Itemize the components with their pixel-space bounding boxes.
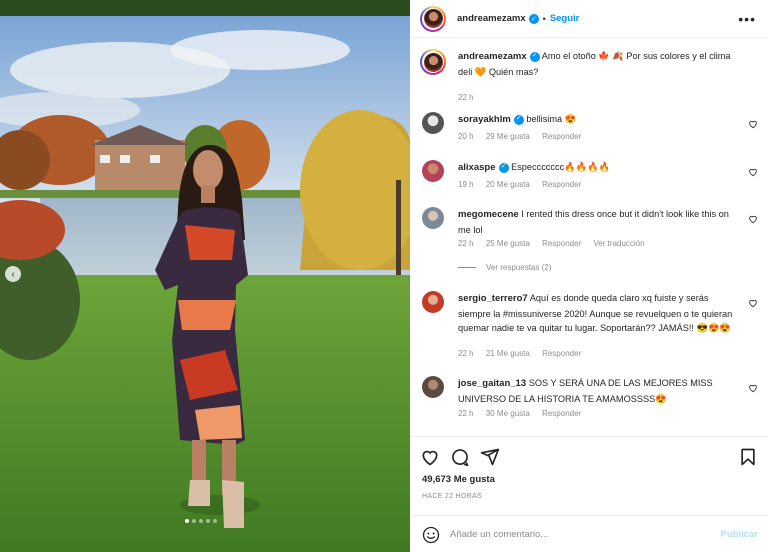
comment-text: sorayakhlm ✓ bellisima 😍 — [458, 112, 738, 128]
reply-button[interactable]: Responder — [542, 132, 581, 141]
comment-icon[interactable] — [450, 447, 470, 467]
comment-item: sorayakhlm ✓ bellisima 😍 20 h 29 Me gusta… — [422, 112, 758, 148]
comment-meta: 22 h 25 Me gusta Responder Ver traducció… — [458, 239, 655, 248]
comment-text: alixaspe ✓ Especcccccc🔥🔥🔥🔥 — [458, 160, 738, 176]
heart-icon[interactable] — [748, 167, 758, 177]
carousel-dot — [185, 519, 189, 523]
comment-text: sergio_terrero7 Aquí es donde queda clar… — [458, 291, 738, 336]
add-comment-bar: Publicar — [410, 515, 768, 552]
replies-line — [458, 267, 476, 268]
view-replies-button[interactable]: Ver respuestas (2) — [458, 263, 551, 272]
comment-time: 20 h — [458, 132, 474, 141]
caption: andreamezamx ✓ Amo el otoño 🍁 🍂 Por sus c… — [420, 49, 758, 102]
comment-likes[interactable]: 20 Me gusta — [486, 180, 530, 189]
heart-icon[interactable] — [748, 383, 758, 393]
comment-input[interactable] — [450, 524, 700, 544]
more-icon[interactable]: ••• — [738, 11, 756, 27]
commenter-avatar[interactable] — [422, 112, 444, 134]
caption-username[interactable]: andreamezamx — [458, 51, 527, 62]
carousel-dot — [199, 519, 203, 523]
emoji-icon[interactable] — [422, 526, 440, 544]
comment-time: 22 h — [458, 349, 474, 358]
comment-username[interactable]: alixaspe — [458, 162, 496, 173]
separator-dot: • — [542, 13, 546, 24]
comment-time: 22 h — [458, 239, 474, 248]
publish-button[interactable]: Publicar — [721, 529, 759, 540]
comment-likes[interactable]: 30 Me gusta — [486, 409, 530, 418]
comment-username[interactable]: sorayakhlm — [458, 114, 511, 125]
author-avatar[interactable] — [420, 5, 446, 32]
avatar-image — [423, 9, 443, 28]
commenter-avatar[interactable] — [422, 376, 444, 398]
carousel-dot — [206, 519, 210, 523]
comment-time: 22 h — [458, 409, 474, 418]
comment-body: Especcccccc🔥🔥🔥🔥 — [511, 162, 610, 172]
carousel-dots — [185, 519, 217, 523]
comment-meta: 22 h 21 Me gusta Responder — [458, 349, 591, 358]
reply-button[interactable]: Responder — [542, 180, 581, 189]
verified-icon: ✓ — [528, 13, 539, 24]
commenter-avatar[interactable] — [422, 207, 444, 229]
comment-meta: 22 h 30 Me gusta Responder — [458, 409, 591, 418]
share-icon[interactable] — [480, 447, 500, 467]
reply-button[interactable]: Responder — [542, 239, 581, 248]
comment-username[interactable]: sergio_terrero7 — [458, 293, 528, 304]
comment-text: megomecene I rented this dress once but … — [458, 207, 738, 237]
reply-button[interactable]: Responder — [542, 349, 581, 358]
translate-button[interactable]: Ver traducción — [593, 239, 644, 248]
comment-username[interactable]: jose_gaitan_13 — [458, 378, 526, 389]
instagram-post-viewer: ‹ andreamezamx ✓ • Seguir ••• andreameza… — [0, 0, 768, 552]
comment-time: 19 h — [458, 180, 474, 189]
carousel-dot — [192, 519, 196, 523]
heart-icon[interactable] — [748, 298, 758, 308]
heart-icon[interactable] — [748, 119, 758, 129]
comment-item: jose_gaitan_13 SOS Y SERÁ UNA DE LAS MEJ… — [422, 376, 758, 426]
caption-time: 22 h — [458, 93, 474, 102]
commenter-avatar[interactable] — [422, 160, 444, 182]
comment-item: alixaspe ✓ Especcccccc🔥🔥🔥🔥 19 h 20 Me gus… — [422, 160, 758, 196]
comment-item: sergio_terrero7 Aquí es donde queda clar… — [422, 291, 758, 363]
photo-illustration — [0, 16, 410, 552]
reply-button[interactable]: Responder — [542, 409, 581, 418]
comment-item: megomecene I rented this dress once but … — [422, 207, 758, 277]
verified-icon: ✓ — [529, 51, 540, 62]
view-replies-label: Ver respuestas (2) — [486, 263, 552, 272]
comment-body: bellisima 😍 — [526, 114, 577, 124]
follow-button[interactable]: Seguir — [550, 13, 580, 24]
post-age: HACE 22 HORAS — [422, 493, 482, 500]
comment-likes[interactable]: 21 Me gusta — [486, 349, 530, 358]
post-side-panel: andreamezamx ✓ • Seguir ••• andreamezamx… — [410, 0, 768, 552]
chevron-left-icon[interactable]: ‹ — [5, 266, 21, 282]
post-actions — [410, 436, 768, 476]
verified-icon: ✓ — [498, 162, 509, 173]
comment-likes[interactable]: 29 Me gusta — [486, 132, 530, 141]
heart-icon[interactable] — [748, 214, 758, 224]
caption-meta: 22 h — [458, 93, 484, 102]
bookmark-icon[interactable] — [738, 447, 758, 467]
heart-icon[interactable] — [420, 447, 440, 467]
avatar-inner — [422, 51, 444, 73]
carousel-dot — [213, 519, 217, 523]
avatar-inner — [422, 7, 444, 30]
comments-list[interactable]: andreamezamx ✓ Amo el otoño 🍁 🍂 Por sus c… — [410, 39, 768, 435]
comment-text: jose_gaitan_13 SOS Y SERÁ UNA DE LAS MEJ… — [458, 376, 738, 406]
caption-text: andreamezamx ✓ Amo el otoño 🍁 🍂 Por sus c… — [458, 49, 738, 79]
comment-likes[interactable]: 25 Me gusta — [486, 239, 530, 248]
post-photo[interactable]: ‹ — [0, 0, 410, 552]
author-username[interactable]: andreamezamx — [457, 13, 526, 24]
comment-meta: 19 h 20 Me gusta Responder — [458, 180, 591, 189]
post-header: andreamezamx ✓ • Seguir ••• — [410, 0, 768, 38]
caption-avatar[interactable] — [420, 49, 446, 75]
avatar-image — [423, 52, 443, 72]
comment-meta: 20 h 29 Me gusta Responder — [458, 132, 591, 141]
verified-icon: ✓ — [513, 114, 524, 125]
comment-username[interactable]: megomecene — [458, 209, 519, 220]
commenter-avatar[interactable] — [422, 291, 444, 313]
likes-count[interactable]: 49,673 Me gusta — [422, 474, 495, 485]
